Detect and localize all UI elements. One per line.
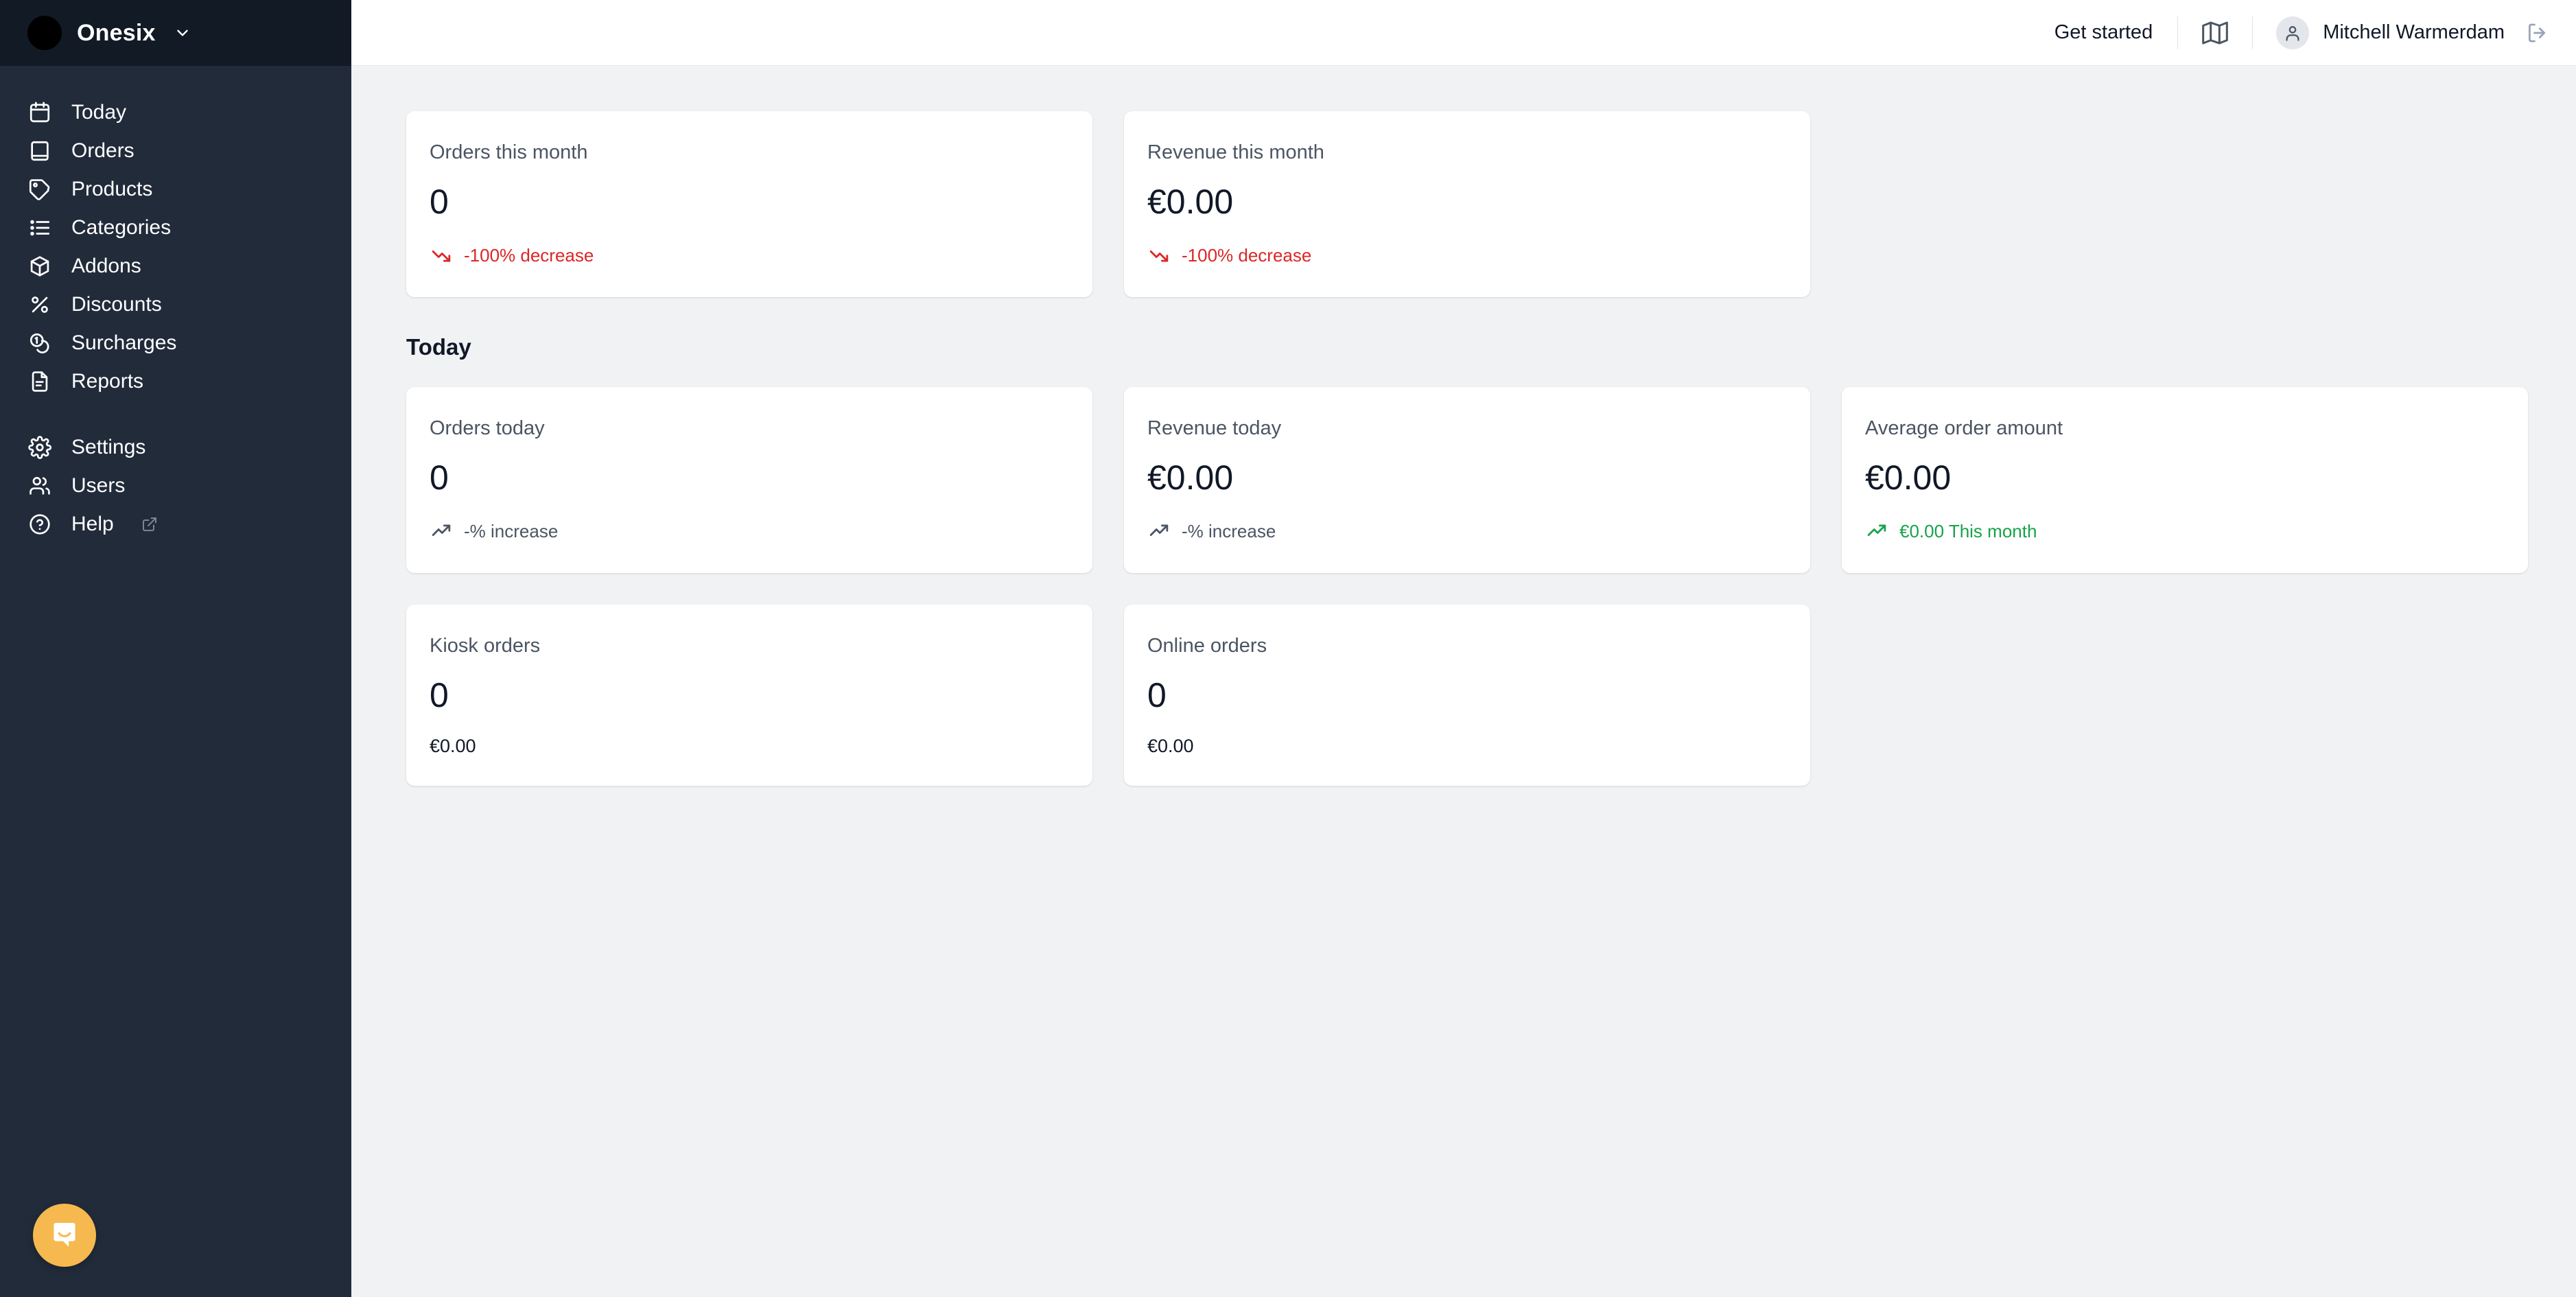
sidebar-item-surcharges[interactable]: Surcharges xyxy=(0,324,351,362)
card-title: Average order amount xyxy=(1865,417,2063,439)
get-started-link[interactable]: Get started xyxy=(2030,21,2177,44)
card-trend: -% increase xyxy=(1147,519,1787,543)
card-value: 0 xyxy=(430,676,449,714)
trending-down-icon xyxy=(1147,244,1171,267)
stat-card-online-orders: Online orders 0 €0.00 xyxy=(1124,605,1810,786)
sidebar-nav-primary: Today Orders Products Categories Addons xyxy=(0,66,351,401)
card-value: €0.00 xyxy=(1147,183,1234,221)
sidebar-item-settings[interactable]: Settings xyxy=(0,428,351,467)
brand-header[interactable]: Onesix xyxy=(0,0,351,66)
user-name: Mitchell Warmerdam xyxy=(2323,21,2505,43)
card-trend: €0.00 This month xyxy=(1865,519,2505,543)
book-icon xyxy=(26,137,54,165)
sidebar-item-label: Reports xyxy=(71,370,144,393)
card-amount: €0.00 xyxy=(430,736,476,756)
card-amount: €0.00 xyxy=(1147,736,1194,756)
month-stats-row: Orders this month 0 -100% decrease Reven… xyxy=(406,111,2521,297)
tag-icon xyxy=(26,176,54,203)
card-trend: -100% decrease xyxy=(430,244,1069,267)
sidebar-item-today[interactable]: Today xyxy=(0,93,351,132)
user-menu[interactable]: Mitchell Warmerdam xyxy=(2253,16,2520,49)
card-value: 0 xyxy=(430,458,449,497)
sidebar-item-users[interactable]: Users xyxy=(0,467,351,505)
card-trend-text: €0.00 This month xyxy=(1899,521,2037,541)
sidebar-item-addons[interactable]: Addons xyxy=(0,247,351,285)
trending-up-icon xyxy=(1865,519,1888,543)
sidebar-item-label: Users xyxy=(71,474,126,497)
avatar xyxy=(2276,16,2310,49)
stat-card-orders-today: Orders today 0 -% increase xyxy=(406,387,1092,573)
coins-icon xyxy=(26,329,54,357)
sidebar-item-orders[interactable]: Orders xyxy=(0,132,351,170)
list-icon xyxy=(26,214,54,242)
card-trend-text: -% increase xyxy=(1182,521,1276,541)
trending-up-icon xyxy=(1147,519,1171,543)
chevron-down-icon[interactable] xyxy=(174,24,191,42)
card-trend: -% increase xyxy=(430,519,1069,543)
sidebar-item-label: Products xyxy=(71,178,153,200)
card-trend-text: -100% decrease xyxy=(1182,245,1312,266)
sidebar-item-label: Settings xyxy=(71,436,146,458)
main-area: Get started Mitchell Warmerdam Orders th… xyxy=(351,0,2576,1297)
topbar: Get started Mitchell Warmerdam xyxy=(351,0,2576,66)
trending-down-icon xyxy=(430,244,453,267)
card-value: 0 xyxy=(430,183,449,221)
map-icon[interactable] xyxy=(2178,19,2252,47)
box-icon xyxy=(26,253,54,280)
chat-bubble-glyph xyxy=(54,1223,75,1247)
sidebar-item-discounts[interactable]: Discounts xyxy=(0,285,351,324)
channel-stats-row: Kiosk orders 0 €0.00 Online orders 0 €0.… xyxy=(406,605,2521,786)
card-value: 0 xyxy=(1147,676,1167,714)
stat-card-revenue-this-month: Revenue this month €0.00 -100% decrease xyxy=(1124,111,1810,297)
card-title: Orders today xyxy=(430,417,545,439)
sidebar-item-help[interactable]: Help xyxy=(0,505,351,544)
sidebar-item-products[interactable]: Products xyxy=(0,170,351,209)
stat-card-orders-this-month: Orders this month 0 -100% decrease xyxy=(406,111,1092,297)
sidebar-item-label: Orders xyxy=(71,139,134,162)
document-icon xyxy=(26,368,54,395)
card-value: €0.00 xyxy=(1147,458,1234,497)
card-title: Orders this month xyxy=(430,141,588,163)
sidebar-item-label: Addons xyxy=(71,255,141,277)
card-value: €0.00 xyxy=(1865,458,1952,497)
sidebar-nav-secondary: Settings Users Help xyxy=(0,401,351,544)
gear-icon xyxy=(26,434,54,461)
dashboard-content: Orders this month 0 -100% decrease Reven… xyxy=(351,66,2576,1297)
external-link-icon xyxy=(141,516,158,533)
sidebar-item-label: Surcharges xyxy=(71,331,177,354)
card-title: Revenue this month xyxy=(1147,141,1324,163)
logout-icon[interactable] xyxy=(2520,21,2558,45)
question-circle-icon xyxy=(26,511,54,538)
stat-card-kiosk-orders: Kiosk orders 0 €0.00 xyxy=(406,605,1092,786)
chat-bubble-icon[interactable] xyxy=(33,1204,96,1267)
sidebar-item-label: Today xyxy=(71,101,127,124)
sidebar-item-reports[interactable]: Reports xyxy=(0,362,351,401)
stat-card-average-order-amount: Average order amount €0.00 €0.00 This mo… xyxy=(1842,387,2528,573)
calendar-icon xyxy=(26,99,54,126)
card-title: Online orders xyxy=(1147,635,1267,657)
percent-icon xyxy=(26,291,54,318)
users-icon xyxy=(26,472,54,500)
brand-name: Onesix xyxy=(77,19,156,46)
card-trend-text: -% increase xyxy=(464,521,559,541)
card-title: Revenue today xyxy=(1147,417,1282,439)
sidebar: Onesix Today Orders Products Categories … xyxy=(0,0,351,1297)
sidebar-item-label: Categories xyxy=(71,216,172,239)
card-trend: -100% decrease xyxy=(1147,244,1787,267)
section-heading-today: Today xyxy=(406,334,471,360)
today-stats-row: Orders today 0 -% increase Revenue today… xyxy=(406,387,2528,573)
trending-up-icon xyxy=(430,519,453,543)
card-title: Kiosk orders xyxy=(430,635,541,657)
brand-avatar xyxy=(27,16,62,50)
stat-card-revenue-today: Revenue today €0.00 -% increase xyxy=(1124,387,1810,573)
sidebar-item-label: Discounts xyxy=(71,293,162,316)
card-trend-text: -100% decrease xyxy=(464,245,594,266)
sidebar-item-label: Help xyxy=(71,513,114,535)
sidebar-item-categories[interactable]: Categories xyxy=(0,209,351,247)
